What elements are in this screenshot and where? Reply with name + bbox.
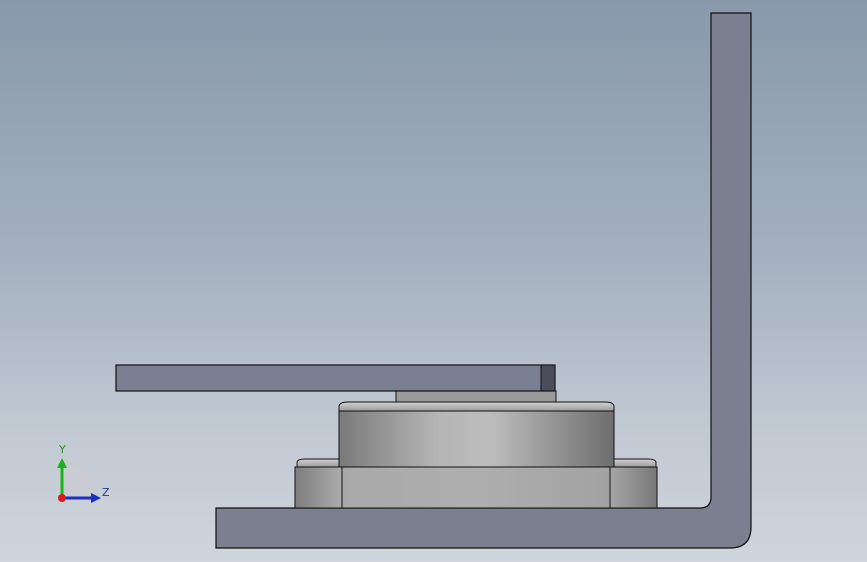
top-plate[interactable] xyxy=(115,364,556,392)
model-scene[interactable] xyxy=(0,0,867,562)
graphics-viewport[interactable]: Y Z xyxy=(0,0,867,562)
x-axis-dot-icon xyxy=(58,494,66,502)
triad-plane xyxy=(62,459,99,498)
orientation-triad: Y Z xyxy=(40,440,120,520)
y-axis-label: Y xyxy=(59,443,66,456)
triad-axes xyxy=(57,458,101,503)
z-axis-label: Z xyxy=(102,486,110,499)
plate-end-face xyxy=(540,364,556,392)
bearing-housing[interactable] xyxy=(338,401,615,468)
bearing-hub[interactable] xyxy=(395,390,557,403)
